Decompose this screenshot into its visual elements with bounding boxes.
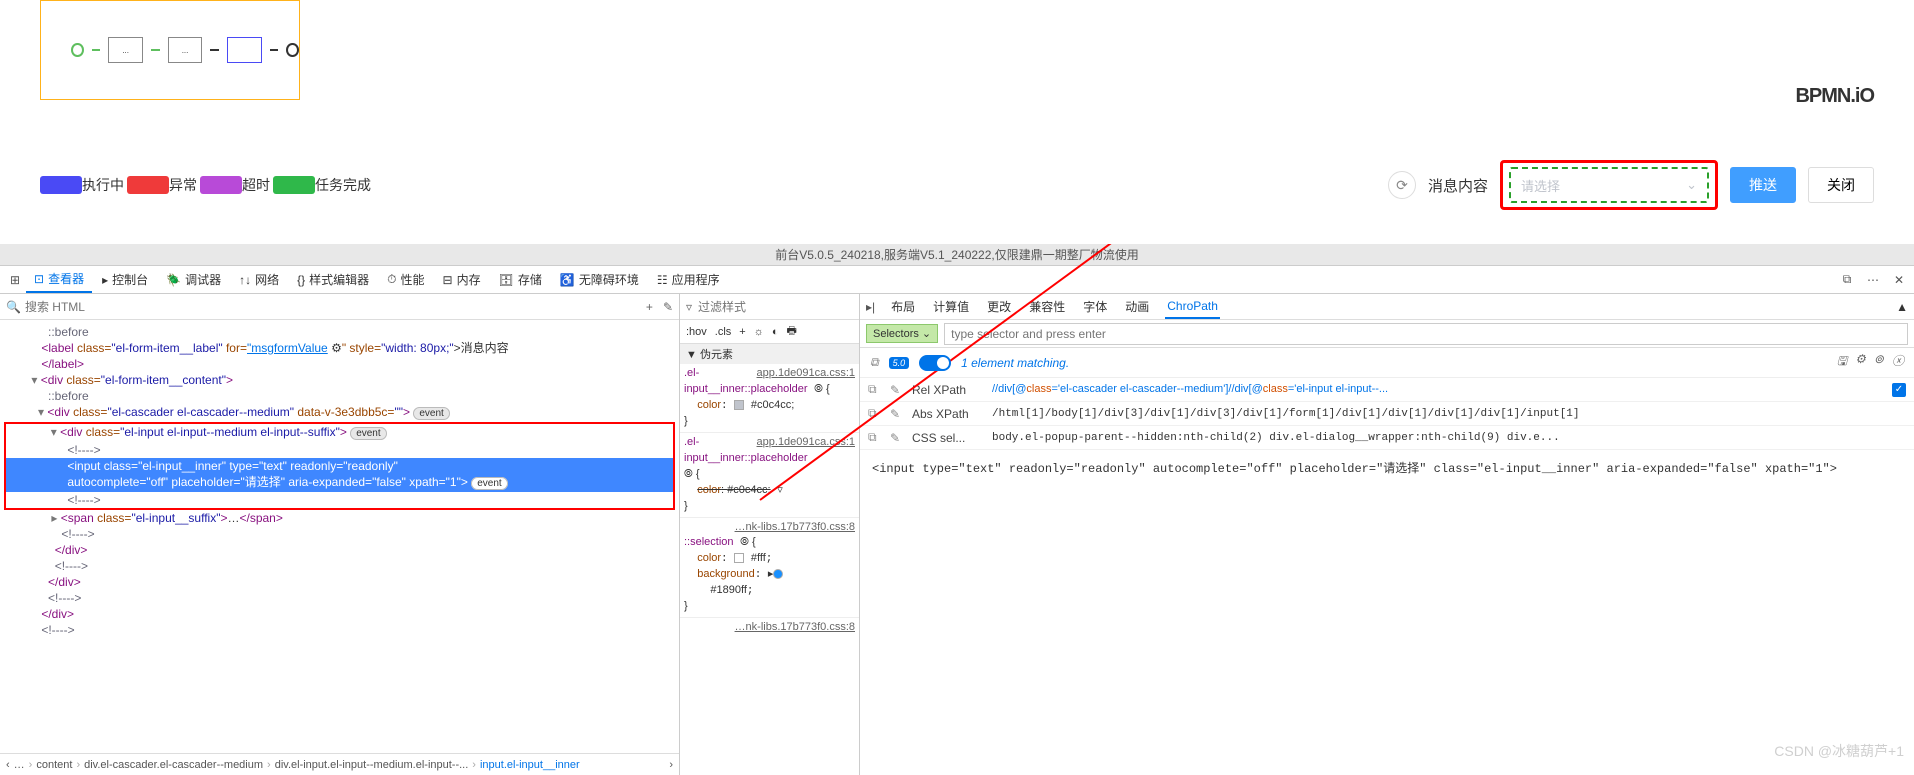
cls-toggle[interactable]: .cls [715, 326, 732, 338]
copy-icon[interactable]: ⧉ [870, 355, 879, 370]
devtools: ⊞ ⊡ 查看器 ▸ 控制台 🪲 调试器 ↑↓ 网络 {} 样式编辑器 ⏱ 性能 … [0, 265, 1914, 775]
dom-tree[interactable]: ::before <label class="el-form-item__lab… [0, 320, 679, 753]
plus-icon[interactable]: + [739, 326, 745, 338]
selectors-dropdown[interactable]: Selectors ⌄ [866, 324, 938, 343]
devtools-tabbar: ⊞ ⊡ 查看器 ▸ 控制台 🪲 调试器 ↑↓ 网络 {} 样式编辑器 ⏱ 性能 … [0, 266, 1914, 294]
copy-icon[interactable]: ⧉ [868, 406, 880, 421]
dom-search-input[interactable] [25, 300, 646, 314]
print-icon[interactable]: 🖶 [786, 322, 796, 341]
highlighted-cascader: 请选择 ⌄ [1500, 160, 1718, 210]
panel-toggle-icon[interactable]: ▸| [866, 300, 875, 314]
rel-xpath-row[interactable]: ⧉✎ Rel XPath //div[@class='el-cascader e… [860, 378, 1914, 402]
copy-icon[interactable]: ⧉ [868, 430, 880, 445]
tab-fonts[interactable]: 字体 [1081, 294, 1109, 319]
msg-label: 消息内容 [1428, 175, 1488, 196]
search-icon: 🔍 [6, 300, 21, 314]
styles-panel: ▿ :hov .cls + ☼ ◐ 🖶 ▼ 伪元素 .el-app.1de091… [680, 294, 860, 775]
tab-console[interactable]: ▸ 控制台 [94, 267, 156, 292]
styles-filter-input[interactable] [698, 300, 853, 314]
target-icon[interactable]: ⊚ [1874, 352, 1884, 373]
checkbox[interactable]: ✓ [1892, 383, 1906, 397]
tab-a11y[interactable]: ♿ 无障碍环境 [552, 267, 647, 292]
tab-layout[interactable]: 布局 [889, 294, 917, 319]
abs-xpath-row[interactable]: ⧉✎ Abs XPath /html[1]/body[1]/div[3]/div… [860, 402, 1914, 426]
tab-storage[interactable]: 🗄 存储 [491, 267, 550, 292]
toggle[interactable] [919, 355, 951, 371]
chevron-down-icon: ⌄ [1686, 177, 1697, 193]
close-button[interactable]: 关闭 [1808, 167, 1874, 203]
tab-network[interactable]: ↑↓ 网络 [231, 267, 287, 292]
edit-icon[interactable]: ✎ [890, 431, 902, 445]
tab-debugger[interactable]: 🪲 调试器 [158, 267, 229, 292]
breadcrumb[interactable]: ‹ …› content› div.el-cascader.el-cascade… [0, 753, 679, 775]
app-page: ...... BPMN.iO 执行中 异常 超时 任务完成 ⟳ 消息内容 请选择… [0, 0, 1914, 244]
dom-panel: 🔍 + ✎ ::before <label class="el-form-item… [0, 294, 680, 775]
inspect-icon[interactable]: ⊞ [6, 271, 24, 289]
tab-memory[interactable]: ⊟ 内存 [435, 267, 489, 292]
filter-icon: ▿ [686, 300, 692, 314]
brightness-icon[interactable]: ☼ [754, 326, 764, 338]
edit-icon[interactable]: ✎ [890, 383, 902, 397]
legend: 执行中 异常 超时 任务完成 [40, 175, 371, 195]
tab-performance[interactable]: ⏱ 性能 [379, 267, 432, 292]
tab-computed[interactable]: 计算值 [931, 294, 971, 319]
tab-inspector[interactable]: ⊡ 查看器 [26, 266, 92, 293]
bpmn-logo: BPMN.iO [1795, 85, 1874, 108]
tab-style-editor[interactable]: {} 样式编辑器 [289, 267, 377, 292]
scrollbar[interactable]: ▲ [1896, 300, 1908, 314]
selector-input[interactable] [944, 323, 1908, 345]
dock-icon[interactable]: ⧉ [1838, 271, 1856, 289]
element-snippet: <input type="text" readonly="readonly" a… [860, 450, 1914, 488]
hov-toggle[interactable]: :hov [686, 326, 707, 338]
more-icon[interactable]: ⋯ [1864, 271, 1882, 289]
css-sel-row[interactable]: ⧉✎ CSS sel... body.el-popup-parent--hidd… [860, 426, 1914, 450]
tab-application[interactable]: ☷ 应用程序 [649, 267, 728, 292]
cascader-input[interactable]: 请选择 ⌄ [1509, 167, 1709, 203]
save-icon[interactable]: 🖫 [1837, 352, 1847, 373]
filter-icon[interactable]: ▿ [777, 484, 783, 496]
add-icon[interactable]: + [646, 300, 653, 314]
contrast-icon[interactable]: ◐ [772, 326, 779, 338]
eyedropper-icon[interactable]: ✎ [663, 300, 673, 314]
bpmn-diagram: ...... [40, 0, 300, 100]
edit-icon[interactable]: ✎ [890, 407, 902, 421]
copy-icon[interactable]: ⧉ [868, 382, 880, 397]
tab-changes[interactable]: 更改 [985, 294, 1013, 319]
gear-icon[interactable]: ⚙ [1855, 352, 1866, 373]
chropath-panel: ▸| 布局 计算值 更改 兼容性 字体 动画 ChroPath ▲ Select… [860, 294, 1914, 775]
tab-chropath[interactable]: ChroPath [1165, 295, 1220, 319]
match-count: 1 element matching. [961, 356, 1069, 370]
close-icon[interactable]: ⓧ [1892, 352, 1904, 373]
version-bar: 前台V5.0.5_240218,服务端V5.1_240222,仅限建鼎一期整厂物… [0, 244, 1914, 265]
csdn-watermark: CSDN @冰糖葫芦+1 [1774, 741, 1904, 761]
tab-anim[interactable]: 动画 [1123, 294, 1151, 319]
refresh-icon[interactable]: ⟳ [1388, 171, 1416, 199]
pseudo-header[interactable]: ▼ 伪元素 [680, 344, 859, 364]
push-button[interactable]: 推送 [1730, 167, 1796, 203]
close-devtools-icon[interactable]: ✕ [1890, 271, 1908, 289]
tab-compat[interactable]: 兼容性 [1027, 294, 1067, 319]
version-badge: 5.0 [889, 357, 910, 369]
